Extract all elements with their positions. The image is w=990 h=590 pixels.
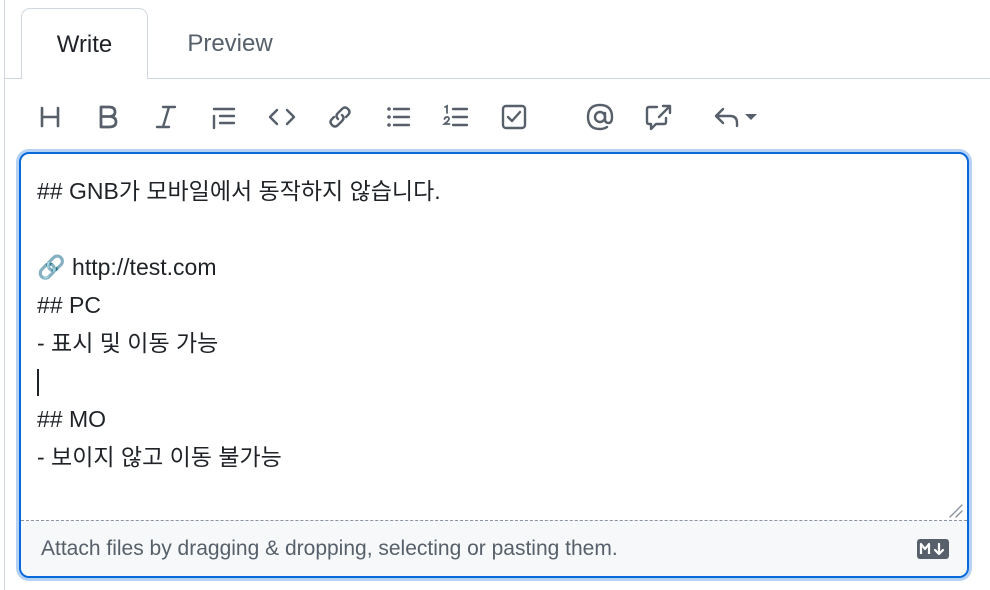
text-line: - 보이지 않고 이동 불가능: [37, 444, 282, 470]
quote-button[interactable]: [201, 94, 247, 140]
heading-button[interactable]: [27, 94, 73, 140]
code-icon: [268, 108, 296, 126]
numbered-list-icon: [441, 104, 469, 127]
task-list-button[interactable]: [491, 94, 537, 140]
italic-button[interactable]: [143, 94, 189, 140]
tab-preview[interactable]: Preview: [159, 8, 301, 79]
text-caret: [37, 369, 39, 397]
link-button[interactable]: [317, 94, 363, 140]
mention-button[interactable]: [577, 94, 623, 140]
text-line: - 표시 및 이동 가능: [37, 330, 219, 356]
tab-write[interactable]: Write: [21, 8, 148, 79]
bulleted-list-icon: [387, 107, 411, 127]
comment-textarea[interactable]: ## GNB가 모바일에서 동작하지 않습니다. 🔗 http://test.c…: [21, 154, 967, 520]
bulleted-list-button[interactable]: [375, 94, 421, 140]
text-line: [37, 210, 951, 248]
italic-icon: [155, 105, 177, 129]
bold-icon: [99, 105, 118, 129]
attach-files-label[interactable]: Attach files by dragging & dropping, sel…: [41, 521, 618, 576]
text-line: ## MO: [37, 406, 107, 432]
text-line-with-caret: [37, 362, 951, 400]
heading-icon: [40, 106, 60, 128]
task-list-icon: [501, 104, 527, 130]
mention-icon: [586, 103, 614, 131]
comment-editor[interactable]: ## GNB가 모바일에서 동작하지 않습니다. 🔗 http://test.c…: [19, 152, 969, 578]
quote-icon: [212, 107, 236, 130]
saved-replies-button[interactable]: [705, 94, 765, 140]
markdown-toolbar: [5, 94, 990, 140]
text-line: ## GNB가 모바일에서 동작하지 않습니다.: [37, 178, 441, 204]
markdown-icon[interactable]: [917, 539, 949, 559]
bold-button[interactable]: [85, 94, 131, 140]
text-line: ## PC: [37, 292, 101, 318]
numbered-list-button[interactable]: [433, 94, 479, 140]
cross-reference-icon: [645, 104, 672, 131]
chevron-down-icon: [745, 114, 757, 120]
reply-icon: [714, 107, 739, 128]
tabs-divider: [5, 78, 990, 79]
code-button[interactable]: [259, 94, 305, 140]
link-icon: [329, 106, 351, 128]
text-line: 🔗 http://test.com: [37, 254, 217, 280]
file-attachment-area[interactable]: Attach files by dragging & dropping, sel…: [21, 520, 967, 576]
cross-reference-button[interactable]: [635, 94, 681, 140]
resize-handle-icon[interactable]: [947, 502, 963, 518]
